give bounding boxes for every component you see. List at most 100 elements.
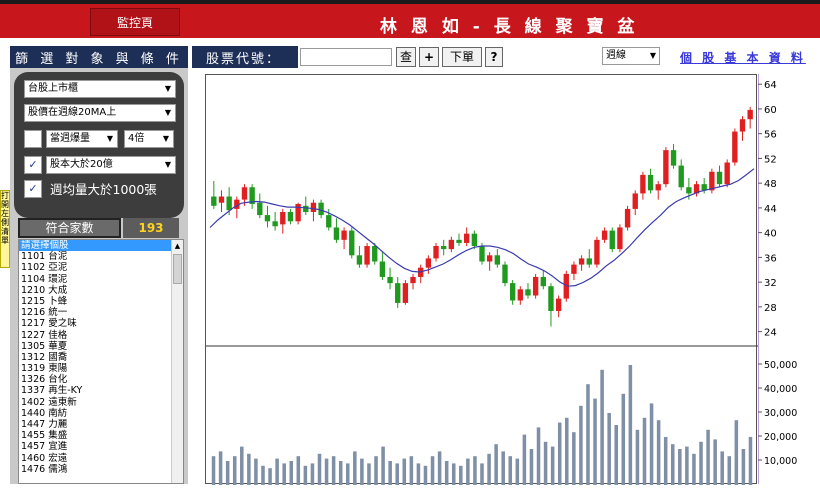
list-item[interactable]: 1447 力麗 <box>19 419 183 430</box>
volume-bar <box>240 446 244 485</box>
list-item[interactable]: 1215 卜蜂 <box>19 296 183 307</box>
candle-body <box>486 255 493 262</box>
volume-bar <box>529 449 534 485</box>
ma-line <box>209 168 755 287</box>
candle <box>739 116 746 141</box>
volume-select[interactable]: 當週爆量 ▼ <box>46 130 118 148</box>
volume-bar <box>628 365 633 485</box>
candle-body <box>448 239 455 250</box>
list-item[interactable]: 1476 儒鴻 <box>19 464 183 475</box>
candle <box>586 249 592 268</box>
candle <box>502 261 508 287</box>
list-item[interactable]: 1402 遠東新 <box>19 397 183 408</box>
scroll-up-icon[interactable]: ▲ <box>172 240 183 252</box>
list-scrollbar[interactable]: ▲ <box>171 240 183 483</box>
chevron-down-icon: ▼ <box>649 51 656 60</box>
candle-body <box>609 230 615 250</box>
multiple-select[interactable]: 4倍 ▼ <box>124 130 174 148</box>
capital-select[interactable]: 股本大於20億 ▼ <box>46 156 176 174</box>
ma-select[interactable]: 股價在週線20MA上 ▼ <box>24 104 176 122</box>
volume-bar <box>218 451 223 485</box>
open-left-list-tab[interactable]: 打開左側清單 <box>0 190 10 268</box>
match-count-row: 符合家數 193 <box>18 218 180 238</box>
list-item[interactable]: 1319 東陽 <box>19 363 183 374</box>
candle-body <box>310 202 317 212</box>
candle-body <box>433 246 439 259</box>
volume-bar <box>734 420 739 485</box>
candle-body <box>494 255 501 265</box>
monitor-page-button[interactable]: 監控頁 <box>90 8 180 36</box>
volume-tick-label: 50,000 <box>764 360 797 371</box>
help-button[interactable]: ? <box>485 47 503 67</box>
candle-body <box>647 174 654 191</box>
list-item[interactable]: 1312 國喬 <box>19 352 183 363</box>
volume-checkbox[interactable] <box>24 130 42 148</box>
candle <box>249 184 255 209</box>
list-item[interactable]: 請選擇個股 <box>19 240 171 252</box>
candle-body <box>502 264 508 284</box>
volume-bar <box>232 456 237 485</box>
price-tick-label: 40 <box>764 229 777 240</box>
search-button[interactable]: 查 <box>396 47 416 67</box>
stock-info-link[interactable]: 個 股 基 本 資 料 <box>680 49 806 66</box>
list-item[interactable]: 1216 統一 <box>19 307 183 318</box>
list-item[interactable]: 1217 愛之味 <box>19 318 183 329</box>
volume-bar <box>699 441 703 485</box>
volume-bar <box>360 458 364 485</box>
filter-conditions-box: 台股上市櫃 ▼ 股價在週線20MA上 ▼ 當週爆量 ▼ 4倍 ▼ ✓ 股本大於2… <box>14 72 184 218</box>
volume-bar <box>459 465 463 485</box>
candle <box>402 280 409 305</box>
capital-checkbox[interactable]: ✓ <box>24 156 42 174</box>
candle <box>257 193 263 219</box>
candle-body <box>632 193 638 209</box>
list-item[interactable]: 1326 台化 <box>19 374 183 385</box>
list-item[interactable]: 1101 台泥 <box>19 251 183 262</box>
candle-body <box>548 286 554 311</box>
list-item[interactable]: 1227 佳格 <box>19 330 183 341</box>
volume-bar <box>642 417 647 485</box>
list-item[interactable]: 1455 集盛 <box>19 430 183 441</box>
volume-bar <box>296 456 301 485</box>
volume-bar <box>268 468 272 485</box>
list-item[interactable]: 1460 宏遠 <box>19 453 183 464</box>
order-button[interactable]: 下單 <box>442 47 482 67</box>
period-select[interactable]: 週線 ▼ <box>602 47 660 65</box>
scroll-thumb[interactable] <box>173 254 182 284</box>
volume-bar <box>402 458 407 485</box>
volume-bar <box>522 434 527 485</box>
list-item[interactable]: 1337 再生-KY <box>19 385 183 396</box>
stock-list[interactable]: 請選擇個股 1101 台泥 1102 亞泥 1104 環泥 1210 大成 1215 卜蜂… <box>18 239 184 484</box>
volume-bar <box>367 463 371 485</box>
list-item[interactable]: 1305 華夏 <box>19 341 183 352</box>
volume-bar <box>353 451 357 485</box>
list-item[interactable]: 1457 宜進 <box>19 441 183 452</box>
volume-bar <box>501 451 505 485</box>
price-tick-label: 44 <box>764 204 777 215</box>
candle-body <box>333 227 340 240</box>
candle-body <box>471 233 478 247</box>
list-item[interactable]: 1210 大成 <box>19 285 183 296</box>
volume-bar <box>331 456 336 485</box>
market-select[interactable]: 台股上市櫃 ▼ <box>24 80 176 98</box>
volume-bar <box>649 403 654 485</box>
candle-body <box>709 171 715 191</box>
list-item[interactable]: 1104 環泥 <box>19 274 183 285</box>
avg-volume-checkbox[interactable]: ✓ <box>24 180 42 198</box>
price-axis: 24 28 32 36 40 44 48 52 56 60 64 10,000 20,000 30,000… <box>758 74 797 484</box>
volume-bar <box>466 458 470 485</box>
volume-bar <box>727 456 732 485</box>
candle-body <box>678 165 684 188</box>
candle-body <box>586 258 592 265</box>
chevron-down-icon: ▼ <box>164 108 172 117</box>
add-button[interactable]: + <box>419 47 439 67</box>
price-tick-label: 52 <box>764 154 777 165</box>
candle-body <box>441 246 447 250</box>
stock-code-input[interactable] <box>300 48 392 66</box>
list-item[interactable]: 1102 亞泥 <box>19 262 183 273</box>
volume-bar <box>494 444 498 485</box>
list-item[interactable]: 1440 南紡 <box>19 408 183 419</box>
candle-body <box>532 276 539 296</box>
volume-bar <box>536 427 541 485</box>
volume-bar <box>346 463 350 485</box>
candle <box>425 255 432 274</box>
